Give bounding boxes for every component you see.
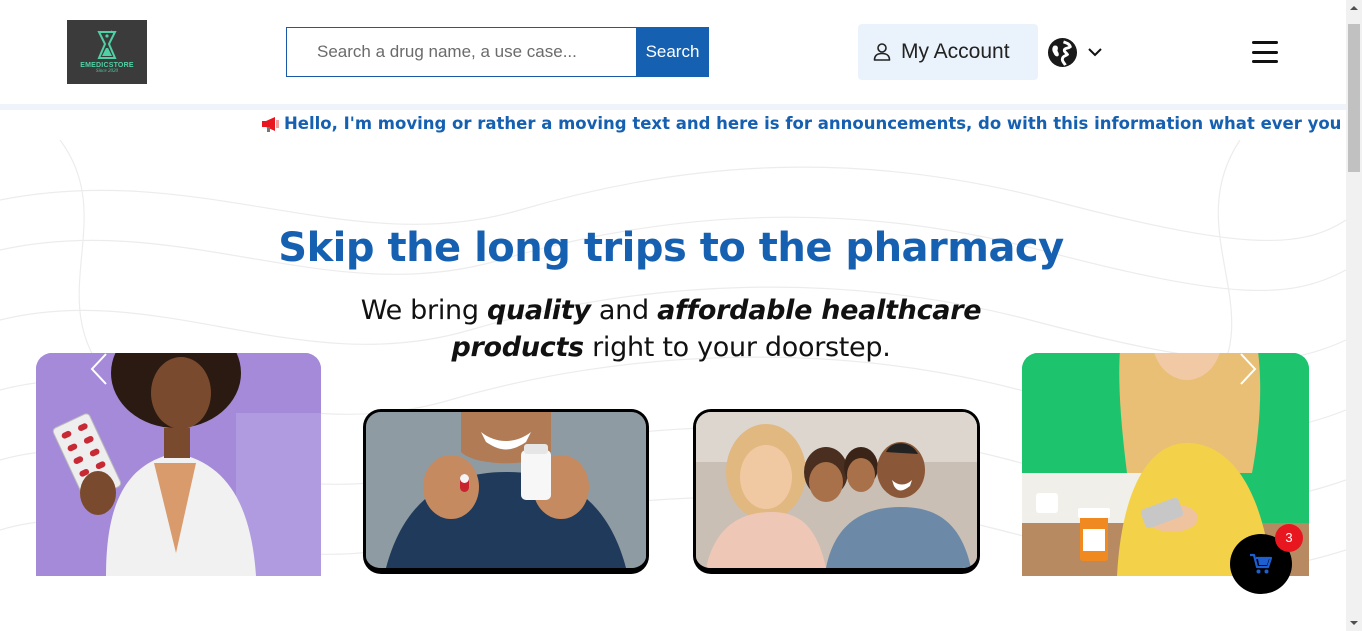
- man-with-pills-illustration: [366, 412, 646, 568]
- user-icon: [873, 43, 891, 61]
- my-account-button[interactable]: My Account: [858, 24, 1038, 80]
- subtitle-text: and: [590, 295, 658, 326]
- language-selector[interactable]: [1047, 36, 1107, 68]
- subtitle-emphasis: affordable healthcare: [657, 295, 982, 326]
- logo-since: Since 2020: [95, 69, 119, 74]
- menu-bar: [1252, 60, 1278, 63]
- search-bar: Search: [286, 27, 709, 77]
- menu-bar: [1252, 50, 1278, 54]
- announcement-track: Hello, I'm moving or rather a moving tex…: [261, 114, 1346, 133]
- megaphone-icon: [262, 116, 279, 132]
- pharmacist-illustration: [36, 353, 321, 576]
- hero-image-pharmacist: [36, 353, 321, 576]
- search-button[interactable]: Search: [636, 27, 709, 77]
- hero-image-family: [693, 409, 980, 574]
- subtitle-text: We bring: [360, 295, 487, 326]
- scrollbar-thumb[interactable]: [1348, 24, 1360, 172]
- scroll-down-arrow-icon[interactable]: [1346, 614, 1362, 631]
- menu-bar: [1252, 41, 1278, 44]
- hourglass-caduceus-icon: [97, 30, 117, 59]
- chevron-right-icon[interactable]: [1231, 352, 1261, 386]
- family-illustration: [696, 412, 977, 568]
- hamburger-menu-icon[interactable]: [1252, 41, 1278, 63]
- logo-name: EMEDICSTORE: [80, 62, 134, 69]
- site-header: EMEDICSTORE Since 2020 Search My Account: [0, 0, 1346, 104]
- globe-icon: [1047, 37, 1078, 67]
- subtitle-emphasis: products: [451, 332, 585, 363]
- subtitle-text: right to your doorstep.: [583, 332, 891, 363]
- scroll-up-arrow-icon[interactable]: [1346, 0, 1362, 17]
- chevron-left-icon[interactable]: [86, 352, 116, 386]
- hero-image-man-with-pills: [363, 409, 649, 574]
- cart-icon: [1250, 553, 1273, 574]
- page-scrollbar[interactable]: [1346, 0, 1362, 631]
- chevron-down-icon: [1088, 48, 1102, 57]
- subtitle-emphasis: quality: [486, 295, 591, 326]
- announcement-bar: Hello, I'm moving or rather a moving tex…: [0, 110, 1346, 140]
- my-account-label: My Account: [901, 40, 1010, 63]
- cart-count-badge: 3: [1275, 524, 1303, 552]
- page: EMEDICSTORE Since 2020 Search My Account: [0, 0, 1362, 631]
- hero-title: Skip the long trips to the pharmacy: [278, 225, 1064, 271]
- hero-banner: Skip the long trips to the pharmacy We b…: [0, 140, 1346, 576]
- announcement-text: Hello, I'm moving or rather a moving tex…: [284, 114, 1346, 133]
- search-input[interactable]: [286, 27, 636, 77]
- site-logo[interactable]: EMEDICSTORE Since 2020: [67, 20, 147, 84]
